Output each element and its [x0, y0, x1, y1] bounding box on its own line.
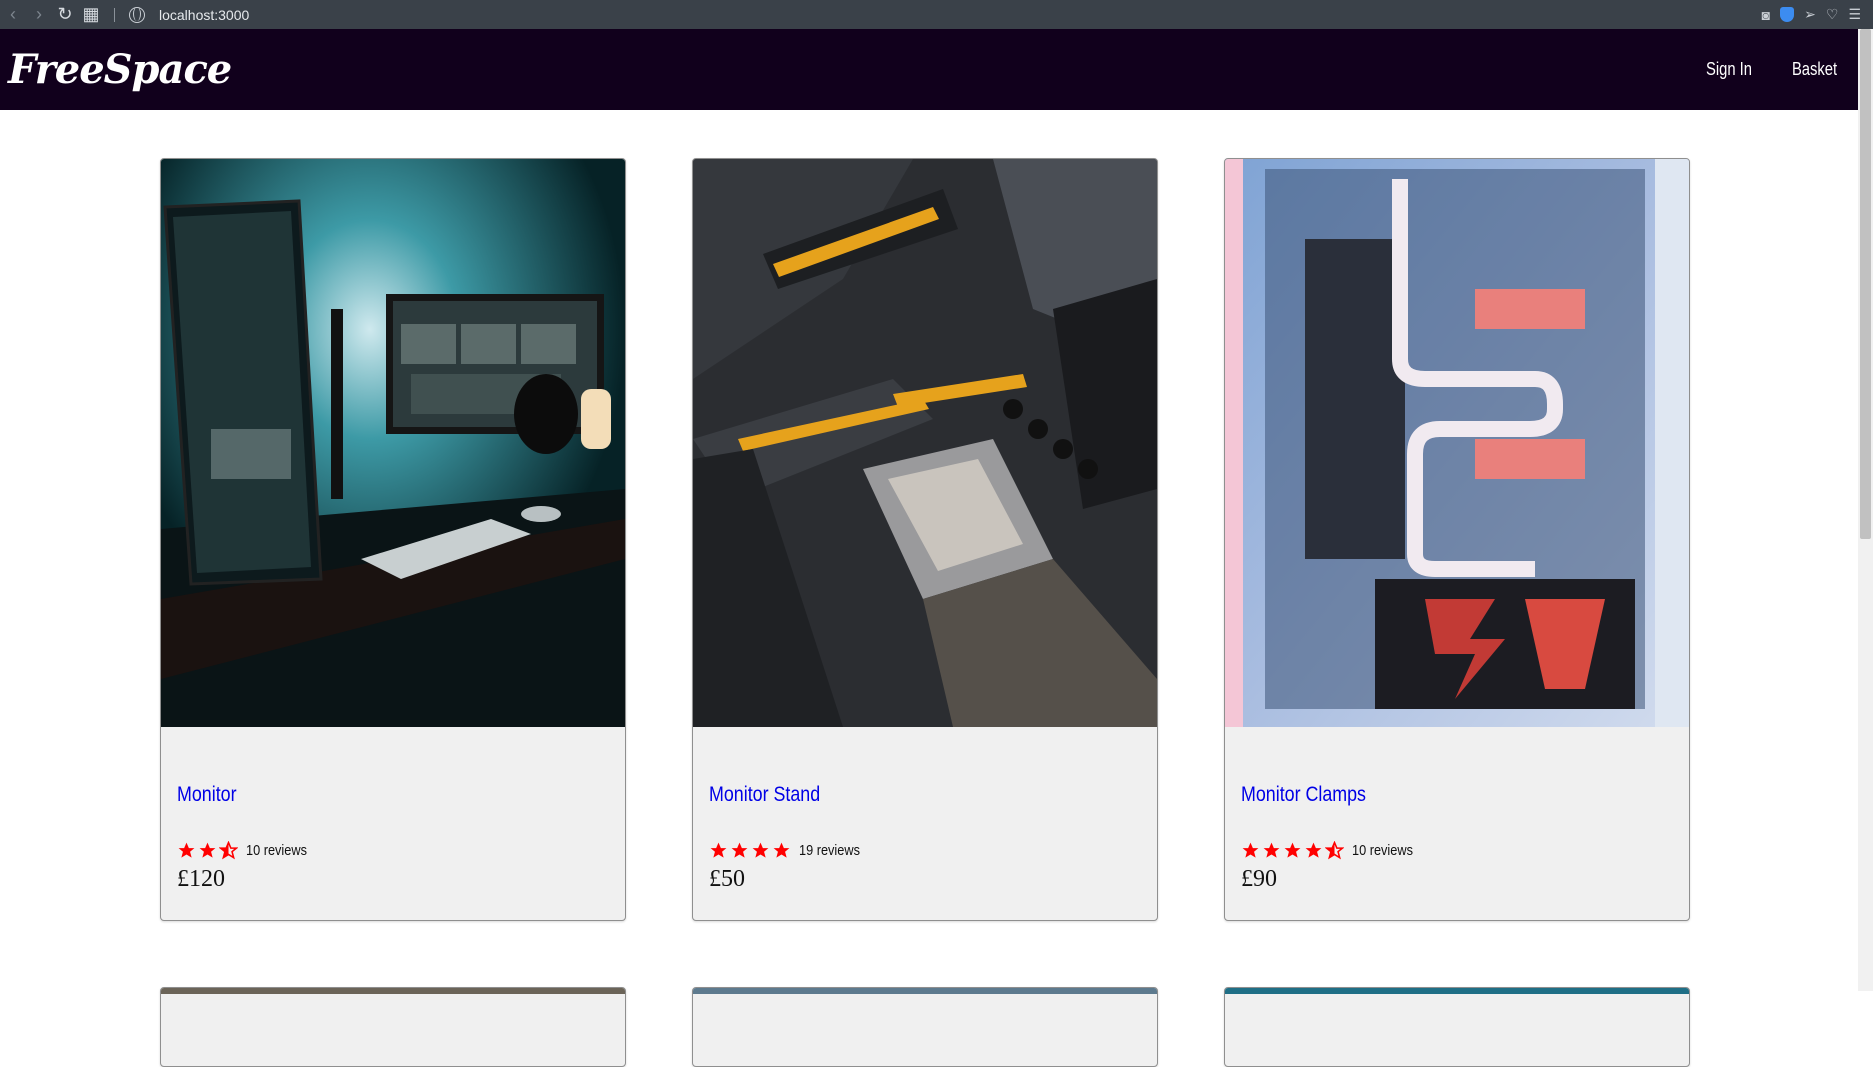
back-icon[interactable]: ‹ — [0, 0, 26, 29]
toolbar-divider — [114, 7, 115, 22]
address-bar[interactable]: localhost:3000 — [159, 7, 249, 23]
review-count: 19 reviews — [799, 842, 860, 859]
product-price: £50 — [709, 866, 745, 892]
product-card-body: Monitor Clamps 10 reviews £90 — [1225, 727, 1689, 893]
product-image-monitor[interactable] — [161, 159, 625, 727]
product-card-body: Monitor Stand 19 reviews £50 — [693, 727, 1157, 893]
review-count: 10 reviews — [1352, 842, 1413, 859]
menu-icon[interactable]: ☰ — [1848, 6, 1861, 23]
star-full-icon — [1242, 842, 1259, 858]
page-scrollbar[interactable] — [1858, 29, 1873, 991]
scrollbar-thumb[interactable] — [1860, 29, 1871, 539]
reload-icon[interactable]: ↻ — [52, 0, 78, 29]
star-full-icon — [752, 842, 769, 858]
send-icon[interactable]: ➢ — [1804, 6, 1816, 23]
product-price: £120 — [177, 866, 225, 892]
star-rating — [1241, 841, 1344, 860]
camera-icon[interactable]: ◙ — [1762, 7, 1770, 23]
basket-link[interactable]: Basket — [1792, 59, 1837, 80]
star-half-icon — [219, 841, 238, 860]
star-full-icon — [773, 842, 790, 858]
star-full-icon — [1263, 842, 1280, 858]
rating-row: 10 reviews — [1241, 841, 1673, 860]
star-half-icon — [1325, 841, 1344, 860]
product-title-link[interactable]: Monitor — [177, 783, 544, 807]
globe-icon — [129, 6, 145, 23]
product-card-body: Monitor 10 reviews £120 — [161, 727, 625, 893]
rating-row: 19 reviews — [709, 841, 1141, 860]
site-logo[interactable]: FreeSpace — [8, 46, 232, 93]
star-rating — [177, 841, 238, 860]
star-full-icon — [199, 842, 216, 858]
product-image-monitor-clamps[interactable] — [1225, 159, 1689, 727]
product-grid: Monitor 10 reviews £120 Monitor Stand 19… — [160, 158, 1690, 1067]
site-header: FreeSpace Sign In Basket — [0, 29, 1858, 110]
forward-icon[interactable]: › — [26, 0, 52, 29]
product-card-partial[interactable] — [1224, 987, 1690, 1067]
header-nav: Sign In Basket — [1701, 59, 1858, 80]
product-title-link[interactable]: Monitor Stand — [709, 783, 1076, 807]
star-full-icon — [1284, 842, 1301, 858]
product-title-link[interactable]: Monitor Clamps — [1241, 783, 1608, 807]
shield-icon[interactable] — [1780, 7, 1795, 22]
product-card[interactable]: Monitor 10 reviews £120 — [160, 158, 626, 921]
star-full-icon — [178, 842, 195, 858]
product-card[interactable]: Monitor Stand 19 reviews £50 — [692, 158, 1158, 921]
tabs-grid-icon[interactable]: ▦ — [78, 0, 104, 29]
rating-row: 10 reviews — [177, 841, 609, 860]
product-card-partial[interactable] — [160, 987, 626, 1067]
sign-in-link[interactable]: Sign In — [1706, 59, 1752, 80]
star-rating — [709, 841, 791, 860]
browser-toolbar: ‹ › ↻ ▦ localhost:3000 ◙ ➢ ♡ ☰ — [0, 0, 1873, 29]
star-full-icon — [710, 842, 727, 858]
product-image-monitor-stand[interactable] — [693, 159, 1157, 727]
heart-icon[interactable]: ♡ — [1826, 6, 1839, 23]
review-count: 10 reviews — [246, 842, 307, 859]
product-card-partial[interactable] — [692, 987, 1158, 1067]
star-full-icon — [1305, 842, 1322, 858]
star-full-icon — [731, 842, 748, 858]
product-price: £90 — [1241, 866, 1277, 892]
product-card[interactable]: Monitor Clamps 10 reviews £90 — [1224, 158, 1690, 921]
